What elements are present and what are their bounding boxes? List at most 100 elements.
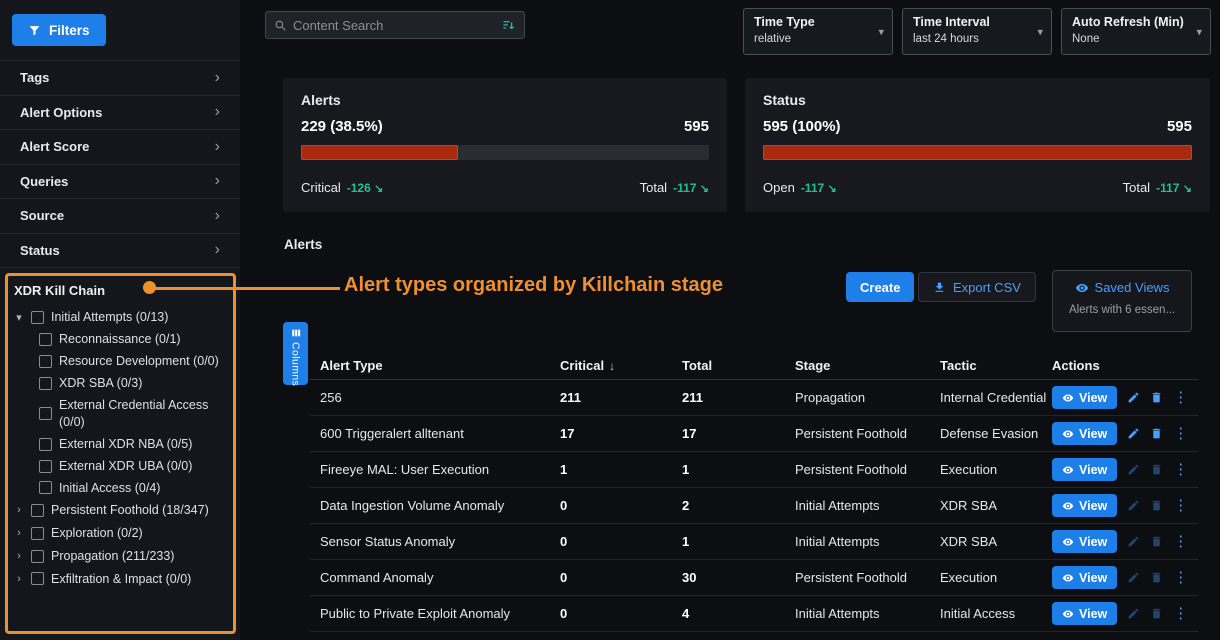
checkbox-resource-development[interactable]	[39, 355, 52, 368]
edit-icon[interactable]	[1127, 427, 1140, 440]
sidebar-item-status[interactable]: Status ›	[0, 234, 240, 269]
checkbox-initial-access[interactable]	[39, 481, 52, 494]
eye-icon	[1062, 536, 1074, 548]
table-row: Data Ingestion Volume Anomaly 0 2 Initia…	[310, 488, 1198, 524]
cell-alert-type: Data Ingestion Volume Anomaly	[320, 498, 560, 513]
header-alert-type[interactable]: Alert Type	[320, 358, 560, 373]
more-options-icon[interactable]: ⋮	[1173, 462, 1188, 477]
more-options-icon[interactable]: ⋮	[1173, 426, 1188, 441]
delete-icon[interactable]	[1150, 427, 1163, 440]
checkbox-external-credential-access[interactable]	[39, 407, 52, 420]
cell-total: 17	[682, 426, 795, 441]
tree-item-reconnaissance[interactable]: Reconnaissance (0/1)	[39, 329, 230, 351]
footer-right-delta: -117	[1156, 181, 1179, 195]
more-options-icon[interactable]: ⋮	[1173, 606, 1188, 621]
tree-item-initial-access[interactable]: Initial Access (0/4)	[39, 477, 230, 499]
tree-item-external-xdr-nba[interactable]: External XDR NBA (0/5)	[39, 433, 230, 455]
cell-actions: View ⋮	[1052, 566, 1198, 589]
table-row: 256 211 211 Propagation Internal Credent…	[310, 380, 1198, 416]
checkbox-reconnaissance[interactable]	[39, 333, 52, 346]
auto-refresh-dropdown[interactable]: Auto Refresh (Min) None ▾	[1061, 8, 1211, 55]
edit-icon[interactable]	[1127, 391, 1140, 404]
tree-item-label: Reconnaissance (0/1)	[59, 331, 181, 348]
dropdown-value: None	[1072, 33, 1200, 45]
cell-total: 30	[682, 570, 795, 585]
delete-icon[interactable]	[1150, 535, 1163, 548]
edit-icon[interactable]	[1127, 571, 1140, 584]
more-options-icon[interactable]: ⋮	[1173, 534, 1188, 549]
header-stage[interactable]: Stage	[795, 358, 940, 373]
tree-item-propagation[interactable]: › Propagation (211/233)	[14, 545, 230, 568]
tree-item-exploration[interactable]: › Exploration (0/2)	[14, 522, 230, 545]
checkbox-persistent-foothold[interactable]	[31, 504, 44, 517]
tree-item-external-credential-access[interactable]: External Credential Access (0/0)	[39, 395, 230, 434]
killchain-children: Reconnaissance (0/1) Resource Developmen…	[39, 329, 230, 499]
card-left-value: 595 (100%)	[763, 118, 841, 135]
delete-icon[interactable]	[1150, 391, 1163, 404]
sort-desc-icon: ↓	[609, 359, 615, 373]
more-options-icon[interactable]: ⋮	[1173, 498, 1188, 513]
checkbox-external-xdr-nba[interactable]	[39, 438, 52, 451]
trend-down-icon: ↘	[1183, 183, 1192, 195]
tree-item-persistent-foothold[interactable]: › Persistent Foothold (18/347)	[14, 499, 230, 522]
saved-views-button[interactable]: Saved Views Alerts with 6 essen...	[1052, 270, 1192, 332]
delete-icon[interactable]	[1150, 463, 1163, 476]
view-button[interactable]: View	[1052, 458, 1117, 481]
sidebar-item-xdr-kill-chain[interactable]: XDR Kill Chain	[14, 278, 230, 302]
checkbox-external-xdr-uba[interactable]	[39, 460, 52, 473]
more-options-icon[interactable]: ⋮	[1173, 390, 1188, 405]
view-button[interactable]: View	[1052, 386, 1117, 409]
filters-button[interactable]: Filters	[12, 14, 106, 46]
create-button[interactable]: Create	[846, 272, 914, 302]
checkbox-exploration[interactable]	[31, 527, 44, 540]
chevron-down-icon: ▾	[878, 25, 884, 38]
checkbox-exfiltration-impact[interactable]	[31, 572, 44, 585]
view-button-label: View	[1079, 571, 1107, 585]
view-button[interactable]: View	[1052, 422, 1117, 445]
view-button[interactable]: View	[1052, 602, 1117, 625]
view-button[interactable]: View	[1052, 530, 1117, 553]
chevron-right-icon: ›	[14, 527, 24, 539]
edit-icon[interactable]	[1127, 535, 1140, 548]
checkbox-xdr-sba[interactable]	[39, 377, 52, 390]
delete-icon[interactable]	[1150, 571, 1163, 584]
tree-item-external-xdr-uba[interactable]: External XDR UBA (0/0)	[39, 455, 230, 477]
edit-icon[interactable]	[1127, 607, 1140, 620]
view-button[interactable]: View	[1052, 494, 1117, 517]
filter-icon	[28, 24, 41, 37]
columns-button[interactable]: Columns	[283, 322, 308, 385]
time-type-dropdown[interactable]: Time Type relative ▾	[743, 8, 893, 55]
tree-item-exfiltration-impact[interactable]: › Exfiltration & Impact (0/0)	[14, 568, 230, 591]
cell-stage: Persistent Foothold	[795, 426, 940, 441]
tree-item-resource-development[interactable]: Resource Development (0/0)	[39, 351, 230, 373]
advanced-query-icon[interactable]	[501, 18, 516, 33]
cell-stage: Initial Attempts	[795, 498, 940, 513]
card-right-value: 595	[684, 118, 709, 135]
tree-item-xdr-sba[interactable]: XDR SBA (0/3)	[39, 373, 230, 395]
sidebar-item-alert-options[interactable]: Alert Options ›	[0, 96, 240, 131]
sidebar-item-alert-score[interactable]: Alert Score ›	[0, 130, 240, 165]
edit-icon[interactable]	[1127, 463, 1140, 476]
checkbox-initial-attempts[interactable]	[31, 311, 44, 324]
delete-icon[interactable]	[1150, 499, 1163, 512]
content-search-input[interactable]	[293, 18, 495, 33]
header-total[interactable]: Total	[682, 358, 795, 373]
view-button-label: View	[1079, 391, 1107, 405]
sidebar-item-tags[interactable]: Tags ›	[0, 61, 240, 96]
tree-item-initial-attempts[interactable]: ▾ Initial Attempts (0/13)	[14, 306, 230, 329]
sidebar-item-source[interactable]: Source ›	[0, 199, 240, 234]
header-tactic[interactable]: Tactic	[940, 358, 1052, 373]
header-critical[interactable]: Critical↓	[560, 358, 682, 373]
progress-bar-fill	[301, 145, 458, 160]
columns-icon	[291, 328, 301, 338]
time-interval-dropdown[interactable]: Time Interval last 24 hours ▾	[902, 8, 1052, 55]
more-options-icon[interactable]: ⋮	[1173, 570, 1188, 585]
export-csv-button[interactable]: Export CSV	[918, 272, 1036, 302]
view-button[interactable]: View	[1052, 566, 1117, 589]
edit-icon[interactable]	[1127, 499, 1140, 512]
sidebar-item-queries[interactable]: Queries ›	[0, 165, 240, 200]
checkbox-propagation[interactable]	[31, 550, 44, 563]
cell-tactic: XDR SBA	[940, 498, 1052, 513]
table-row: Fireeye MAL: User Execution 1 1 Persiste…	[310, 452, 1198, 488]
delete-icon[interactable]	[1150, 607, 1163, 620]
